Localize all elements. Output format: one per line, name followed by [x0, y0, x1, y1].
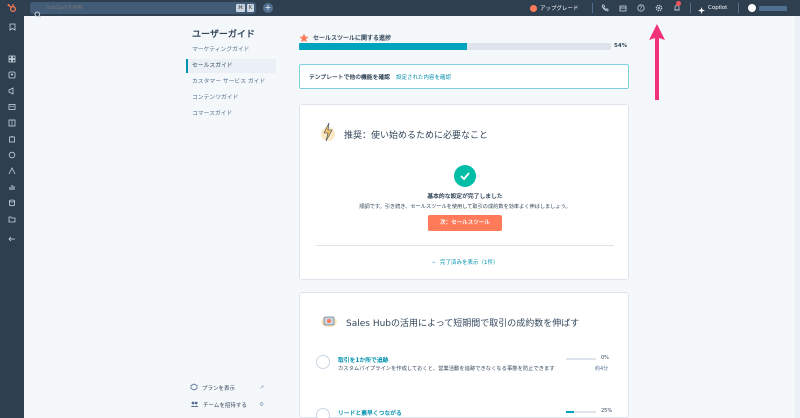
contacts-icon[interactable] [7, 70, 17, 80]
shortcut-cmd-key: ⌘ [236, 4, 245, 12]
view-plan-label: プランを表示 [202, 386, 236, 392]
help-icon[interactable]: ? [636, 3, 646, 13]
cube-icon [190, 383, 198, 393]
view-plan-link[interactable]: プランを表示 ↗ [190, 383, 270, 393]
search-input[interactable] [46, 5, 206, 11]
upgrade-icon [530, 4, 537, 12]
commerce-icon[interactable] [7, 134, 17, 144]
task-progress-bar [566, 358, 596, 360]
template-banner-text: テンプレートで他の機能を確認 [309, 75, 390, 81]
task-title[interactable]: 取引を1か所で追跡 [338, 355, 388, 364]
workspaces-icon[interactable] [7, 54, 17, 64]
checkmark-icon [454, 165, 476, 187]
hubspot-logo-icon[interactable] [0, 0, 24, 16]
progress-percent: 54% [614, 43, 628, 49]
search-icon [34, 4, 42, 19]
create-new-button[interactable]: + [263, 3, 273, 13]
sales-hub-card-header: Sales Hubの活用によって短期間で取引の成約数を伸ばす [320, 313, 579, 332]
task-time-estimate: 約4分 [595, 366, 609, 372]
recommend-card-title: 推奨：使い始めるために必要なこと [344, 130, 489, 141]
invite-team-label: チームを招待する [203, 403, 247, 409]
avatar [748, 4, 756, 12]
notification-badge [676, 1, 681, 6]
invite-team-link[interactable]: チームを招待する ⚙ [190, 400, 270, 410]
topbar-divider [738, 3, 739, 13]
annotation-arrow [649, 24, 665, 100]
settings-small-icon: ⚙ [259, 402, 264, 408]
team-icon [190, 400, 199, 410]
sidebar-item-service-guide[interactable]: カスタマー サービス ガイド [186, 75, 276, 89]
account-menu[interactable] [748, 2, 787, 14]
marketing-icon[interactable] [7, 86, 17, 96]
task-progress-bar [566, 411, 596, 413]
progress-bar [299, 43, 611, 50]
marketplace-icon[interactable] [618, 3, 628, 13]
data-management-icon[interactable] [7, 198, 17, 208]
phone-icon[interactable] [600, 3, 610, 13]
account-name-redacted [759, 5, 787, 11]
template-banner-link[interactable]: 設定された内容を確認 [396, 73, 451, 81]
upgrade-label: アップグレード [540, 6, 579, 12]
task-checkbox[interactable] [316, 408, 330, 418]
service-icon[interactable] [7, 150, 17, 160]
progress-title: セールスツールに関する進捗 [313, 35, 392, 42]
sales-hub-card: Sales Hubの活用によって短期間で取引の成約数を伸ばす 取引を1か所で追跡… [299, 292, 629, 418]
sidebar-item-content-guide[interactable]: コンテンツガイド [186, 91, 276, 105]
shortcut-k-key: K [246, 4, 254, 12]
task-checkbox[interactable] [316, 355, 330, 369]
copilot-icon [698, 0, 705, 18]
page-scrollbar[interactable] [795, 16, 800, 418]
top-navigation-bar: ⌘ K + アップグレード ? Copilot [0, 0, 800, 19]
task-progress-fill [566, 411, 574, 413]
show-completed-label: 完了済みを表示（1件） [440, 260, 499, 266]
global-search[interactable]: ⌘ K [30, 2, 256, 19]
bookmark-icon[interactable] [7, 22, 17, 32]
copilot-button[interactable]: Copilot [698, 2, 727, 14]
collapse-nav-icon[interactable] [7, 234, 17, 244]
template-banner: テンプレートで他の機能を確認 設定された内容を確認 [299, 64, 629, 89]
next-sales-tools-button[interactable]: 次：セールスツール [428, 215, 502, 231]
progress-bar-fill [299, 43, 468, 50]
task-item[interactable]: 取引を1か所で追跡 カスタムパイプラインを作成しておくと、営業活動を追跡できなく… [316, 353, 616, 383]
setup-complete-desc: 順調です。引き続き、セールスツールを使用して取引の成約数を効率よく伸ばしましょう… [359, 204, 571, 210]
topbar-divider [690, 3, 691, 13]
task-title[interactable]: リードと素早くつながる [338, 408, 402, 417]
copilot-label: Copilot [708, 5, 728, 11]
chevron-down-icon: ⌄ [431, 259, 437, 265]
setup-complete-title: 基本的な設定が完了しました [427, 194, 503, 200]
sales-hub-illustration-icon [320, 313, 338, 332]
reporting-icon[interactable] [7, 182, 17, 192]
task-description: カスタムパイプラインを作成しておくと、営業活動を追跡できなくなる事態を防止できま… [338, 366, 555, 372]
content-icon[interactable] [7, 102, 17, 112]
automation-icon[interactable] [7, 166, 17, 176]
upgrade-button[interactable]: アップグレード [530, 2, 579, 14]
sales-icon[interactable] [7, 118, 17, 128]
task-percent: 0% [601, 355, 609, 361]
recommend-card: 推奨：使い始めるために必要なこと 基本的な設定が完了しました 順調です。引き続き… [299, 104, 629, 280]
show-completed-toggle[interactable]: ⌄ 完了済みを表示（1件） [300, 258, 630, 266]
recommend-card-header: 推奨：使い始めるために必要なこと [320, 122, 488, 146]
card-divider [316, 245, 614, 246]
sidebar-item-commerce-guide[interactable]: コマースガイド [186, 107, 276, 121]
left-navigation [0, 16, 24, 418]
lightning-bolt-icon [320, 122, 336, 146]
task-percent: 25% [601, 408, 613, 414]
task-item[interactable]: リードと素早くつながる 25% [316, 406, 616, 418]
settings-icon[interactable] [654, 3, 664, 13]
external-link-icon: ↗ [259, 385, 264, 391]
library-icon[interactable] [7, 214, 17, 224]
sales-hub-card-title: Sales Hubの活用によって短期間で取引の成約数を伸ばす [346, 319, 580, 329]
sidebar-item-sales-guide[interactable]: セールスガイド [186, 59, 276, 73]
sidebar-item-marketing-guide[interactable]: マーケティングガイド [186, 43, 276, 57]
topbar-divider [592, 3, 593, 13]
guide-sidebar-title: ユーザーガイド [192, 30, 255, 40]
svg-text:?: ? [640, 6, 643, 12]
